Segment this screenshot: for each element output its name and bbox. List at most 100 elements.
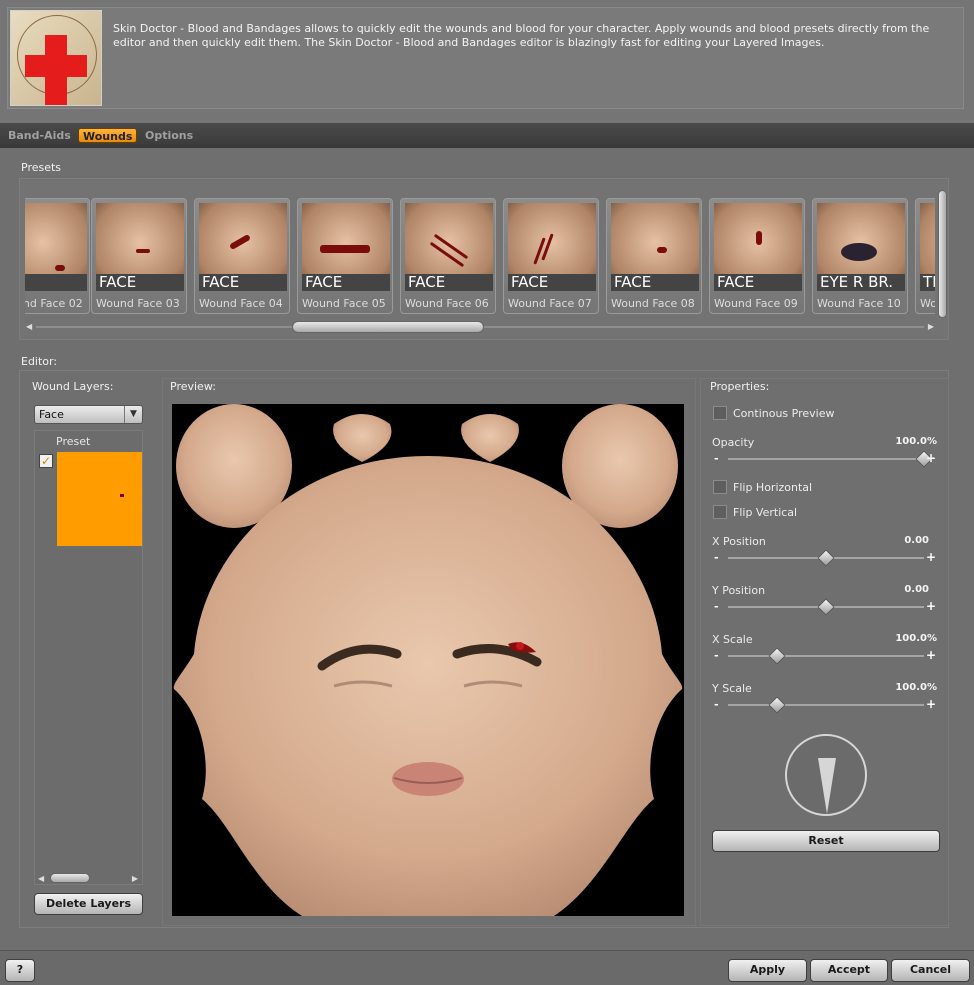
minus-icon[interactable]: - — [714, 649, 719, 662]
x-scale-label: X Scale — [712, 633, 753, 646]
preset-card[interactable]: FACE Wound Face 07 — [503, 198, 599, 314]
continuous-preview-checkbox[interactable] — [713, 406, 727, 420]
slider-track — [728, 458, 924, 460]
presets-label: Presets — [21, 161, 62, 174]
preset-thumbnail: FACE — [302, 203, 390, 291]
slider-knob[interactable] — [768, 647, 786, 665]
tab-band-aids[interactable]: Band-Aids — [4, 128, 75, 143]
x-position-label: X Position — [712, 535, 766, 548]
scroll-thumb[interactable] — [938, 190, 947, 318]
preset-card[interactable]: FACE Wound Face 03 — [91, 198, 187, 314]
scroll-left-icon[interactable]: ◀ — [38, 874, 44, 883]
y-position-slider[interactable]: - + — [714, 598, 936, 616]
preset-thumbnail: FACE — [508, 203, 596, 291]
x-position-value: 0.00 — [904, 535, 929, 546]
plus-icon[interactable]: + — [926, 451, 936, 465]
slider-knob[interactable] — [768, 696, 786, 714]
flip-horizontal-checkbox[interactable] — [713, 480, 727, 494]
cancel-button[interactable]: Cancel — [891, 959, 970, 982]
layer-group-select[interactable]: Face ▼ — [34, 405, 143, 424]
layer-group-value: Face — [39, 408, 64, 421]
preset-card[interactable]: EYE R BR. Wound Face 10 — [812, 198, 908, 314]
preview-canvas[interactable] — [172, 404, 684, 916]
editor-label: Editor: — [21, 355, 58, 368]
y-scale-value: 100.0% — [895, 682, 937, 693]
slider-knob[interactable] — [817, 549, 835, 567]
preset-card[interactable]: TH Wo — [915, 198, 935, 314]
header: Skin Doctor - Blood and Bandages allows … — [0, 0, 974, 123]
presets-horizontal-scrollbar[interactable]: ◀ ▶ — [26, 321, 934, 333]
preset-name: Wound Face 09 — [714, 297, 798, 310]
preset-card[interactable]: FACE Wound Face 04 — [194, 198, 290, 314]
y-position-label: Y Position — [712, 584, 766, 597]
apply-button[interactable]: Apply — [728, 959, 807, 982]
minus-icon[interactable]: - — [714, 600, 719, 613]
slider-track — [728, 655, 924, 657]
slider-knob[interactable] — [817, 598, 835, 616]
scroll-right-icon[interactable]: ▶ — [132, 874, 138, 883]
layers-horizontal-scrollbar[interactable]: ◀ ▶ — [38, 872, 138, 884]
rotation-dial[interactable] — [785, 734, 867, 816]
delete-layers-button[interactable]: Delete Layers — [34, 893, 143, 915]
preset-card[interactable]: FACE Wound Face 08 — [606, 198, 702, 314]
reset-button[interactable]: Reset — [712, 830, 940, 852]
preset-name: Wound Face 10 — [817, 297, 901, 310]
flip-vertical-checkbox[interactable] — [713, 505, 727, 519]
help-button[interactable]: ? — [5, 959, 35, 982]
presets-strip: E Wound Face 02 FACE Wound Face 03 FACE … — [25, 198, 935, 316]
dial-needle[interactable] — [818, 758, 836, 814]
presets-vertical-scrollbar[interactable] — [937, 186, 949, 320]
minus-icon[interactable]: - — [714, 698, 719, 711]
y-scale-slider[interactable]: - + — [714, 696, 936, 714]
accept-button[interactable]: Accept — [810, 959, 888, 982]
preset-card[interactable]: FACE Wound Face 06 — [400, 198, 496, 314]
preset-card[interactable]: FACE Wound Face 05 — [297, 198, 393, 314]
preset-thumbnail: FACE — [96, 203, 184, 291]
preset-band-label: E — [25, 274, 87, 291]
tab-wounds[interactable]: Wounds — [78, 128, 138, 143]
layer-thumbnail[interactable] — [57, 452, 142, 546]
chevron-down-icon[interactable]: ▼ — [124, 406, 142, 423]
minus-icon[interactable]: - — [714, 452, 719, 465]
opacity-label: Opacity — [712, 436, 755, 449]
preset-thumbnail: FACE — [405, 203, 493, 291]
scroll-thumb[interactable] — [50, 873, 90, 883]
plus-icon[interactable]: + — [926, 599, 936, 613]
opacity-slider[interactable]: - + — [714, 450, 936, 468]
preset-band-label: FACE — [199, 274, 287, 291]
properties-label: Properties: — [710, 380, 770, 393]
y-position-value: 0.00 — [904, 584, 929, 595]
layers-column-header: Preset — [56, 435, 91, 448]
tab-bar: Band-Aids Wounds Options — [0, 123, 974, 148]
layer-visible-checkbox[interactable]: ✓ — [39, 454, 53, 468]
preset-band-label: FACE — [96, 274, 184, 291]
scroll-thumb[interactable] — [292, 321, 484, 333]
preset-name: Wound Face 06 — [405, 297, 489, 310]
plus-icon[interactable]: + — [926, 697, 936, 711]
tab-options[interactable]: Options — [141, 128, 197, 143]
app-logo — [10, 10, 102, 106]
continuous-preview-label: Continous Preview — [733, 407, 835, 420]
x-scale-slider[interactable]: - + — [714, 647, 936, 665]
preset-name: Wound Face 03 — [96, 297, 180, 310]
preset-thumbnail: FACE — [199, 203, 287, 291]
slider-track — [728, 704, 924, 706]
preset-card[interactable]: E Wound Face 02 — [25, 198, 90, 314]
wound-mark — [120, 494, 124, 497]
plus-icon[interactable]: + — [926, 550, 936, 564]
preset-name: Wound Face 07 — [508, 297, 592, 310]
preset-band-label: TH — [920, 274, 935, 291]
preset-card[interactable]: FACE Wound Face 09 — [709, 198, 805, 314]
x-position-slider[interactable]: - + — [714, 549, 936, 567]
preset-thumbnail: EYE R BR. — [817, 203, 905, 291]
scroll-left-icon[interactable]: ◀ — [26, 322, 32, 331]
preset-name: Wound Face 02 — [25, 297, 83, 310]
scroll-right-icon[interactable]: ▶ — [928, 322, 934, 331]
preset-name: Wound Face 05 — [302, 297, 386, 310]
help-icon: ? — [16, 963, 24, 976]
plus-icon[interactable]: + — [926, 648, 936, 662]
flip-horizontal-label: Flip Horizontal — [733, 481, 813, 494]
minus-icon[interactable]: - — [714, 551, 719, 564]
preset-thumbnail: FACE — [714, 203, 802, 291]
preset-thumbnail: TH — [920, 203, 935, 291]
